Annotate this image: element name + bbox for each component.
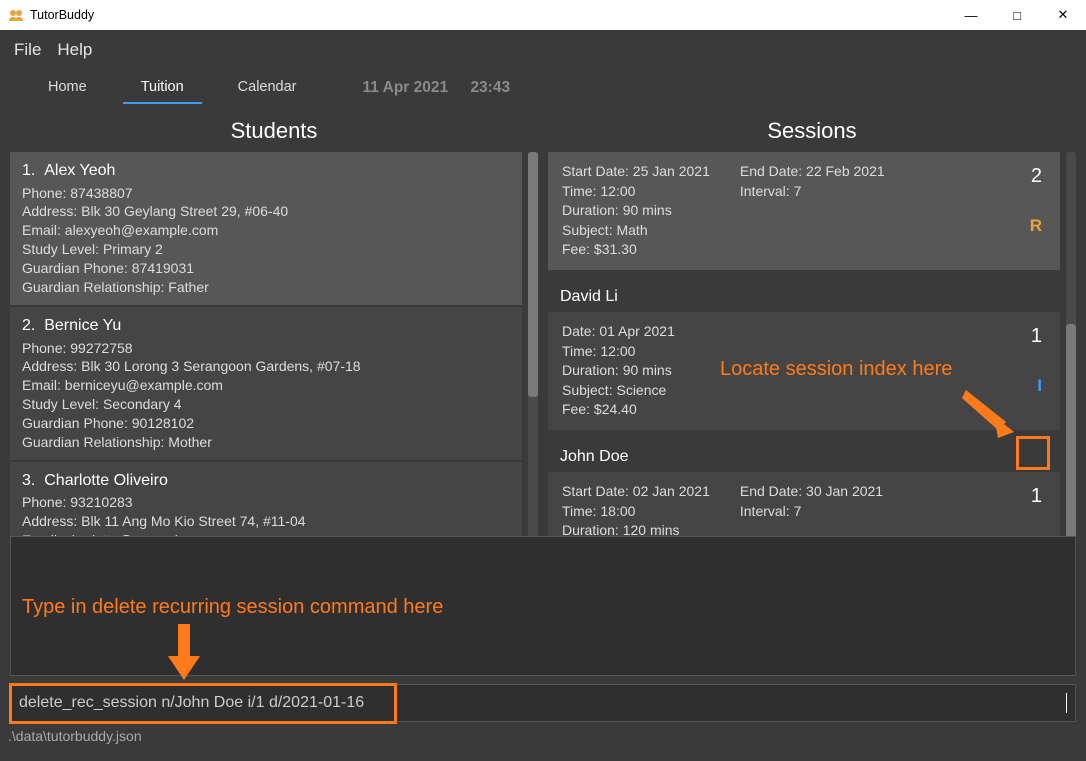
- session-index: 2: [1030, 162, 1042, 190]
- menubar: File Help: [0, 30, 1086, 70]
- window-titlebar: TutorBuddy — □ ✕: [0, 0, 1086, 30]
- scrollbar-thumb[interactable]: [528, 152, 538, 397]
- students-scrollbar[interactable]: [528, 152, 538, 598]
- session-card[interactable]: Start Date: 25 Jan 2021 Time: 12:00 Dura…: [548, 152, 1060, 270]
- current-date: 11 Apr 2021 23:43: [363, 79, 511, 97]
- app-icon: [8, 7, 24, 23]
- output-panel: [10, 536, 1076, 676]
- session-index: 1: [1030, 482, 1042, 510]
- session-student-name: John Doe: [548, 444, 1060, 472]
- session-type-badge: I: [1031, 374, 1042, 398]
- menu-help[interactable]: Help: [57, 40, 92, 60]
- students-column: Students 1. Alex Yeoh Phone: 87438807 Ad…: [10, 114, 538, 526]
- statusbar: .\data\tutorbuddy.json: [0, 722, 1086, 750]
- window-title: TutorBuddy: [30, 8, 94, 22]
- command-input[interactable]: delete_rec_session n/John Doe i/1 d/2021…: [19, 694, 1066, 712]
- session-group: David Li Date: 01 Apr 2021 Time: 12:00 D…: [548, 284, 1060, 430]
- sessions-header: Sessions: [548, 114, 1076, 152]
- maximize-button[interactable]: □: [994, 0, 1040, 30]
- students-list: 1. Alex Yeoh Phone: 87438807 Address: Bl…: [10, 152, 526, 598]
- student-card[interactable]: 2. Bernice Yu Phone: 99272758 Address: B…: [10, 307, 522, 460]
- date-label: 11 Apr 2021: [363, 79, 449, 96]
- command-box[interactable]: delete_rec_session n/John Doe i/1 d/2021…: [10, 684, 1076, 722]
- tabbar: Home Tuition Calendar 11 Apr 2021 23:43: [0, 70, 1086, 106]
- session-index: 1: [1031, 322, 1042, 350]
- student-card[interactable]: 1. Alex Yeoh Phone: 87438807 Address: Bl…: [10, 152, 522, 305]
- tab-home[interactable]: Home: [30, 73, 105, 103]
- time-label: 23:43: [470, 79, 510, 96]
- close-button[interactable]: ✕: [1040, 0, 1086, 30]
- session-type-badge: R: [1030, 214, 1042, 238]
- minimize-button[interactable]: —: [948, 0, 994, 30]
- session-card[interactable]: Date: 01 Apr 2021 Time: 12:00 Duration: …: [548, 312, 1060, 430]
- session-student-name: David Li: [548, 284, 1060, 312]
- tab-calendar[interactable]: Calendar: [220, 73, 315, 103]
- status-path: .\data\tutorbuddy.json: [8, 728, 142, 744]
- text-cursor: [1066, 693, 1067, 713]
- tab-tuition[interactable]: Tuition: [123, 73, 202, 103]
- students-header: Students: [10, 114, 538, 152]
- sessions-column: Sessions Start Date: 25 Jan 2021 Time: 1…: [548, 114, 1076, 526]
- menu-file[interactable]: File: [14, 40, 41, 60]
- main-area: Students 1. Alex Yeoh Phone: 87438807 Ad…: [0, 106, 1086, 526]
